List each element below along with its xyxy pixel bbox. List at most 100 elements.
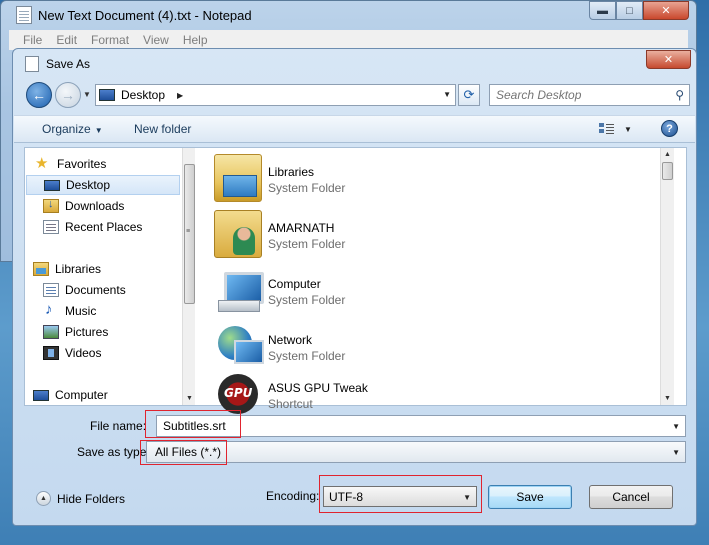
save-as-type-label: Save as type: xyxy=(77,445,150,459)
maximize-button[interactable]: □ xyxy=(616,1,643,20)
network-icon xyxy=(214,322,264,370)
list-item[interactable]: Libraries System Folder xyxy=(214,152,514,204)
search-icon[interactable]: ⚲ xyxy=(675,88,684,102)
star-icon xyxy=(35,154,51,172)
libraries-icon xyxy=(33,262,49,276)
user-folder-icon xyxy=(214,210,262,258)
nav-recent-places[interactable]: Recent Places xyxy=(43,217,182,237)
nav-label: Desktop xyxy=(66,178,111,192)
save-as-type-dropdown-icon[interactable]: ▼ xyxy=(672,448,680,457)
menu-help[interactable]: Help xyxy=(176,33,215,47)
downloads-icon xyxy=(43,198,59,213)
view-options-dropdown-icon[interactable]: ▼ xyxy=(624,125,632,134)
scrollbar-grip-icon: ≡ xyxy=(186,228,191,235)
address-dropdown-icon[interactable]: ▼ xyxy=(443,90,451,99)
nav-computer[interactable]: Computer xyxy=(33,385,182,405)
nav-label: Documents xyxy=(65,283,126,297)
forward-button[interactable]: → xyxy=(55,82,81,108)
dialog-icon xyxy=(25,56,39,72)
nav-label: Recent Places xyxy=(65,220,143,234)
item-type: System Folder xyxy=(268,293,346,307)
desktop-icon xyxy=(99,89,115,101)
desktop-icon xyxy=(44,179,60,191)
search-box[interactable]: ⚲ xyxy=(489,84,690,106)
refresh-icon: ⟳ xyxy=(463,87,475,102)
cancel-button[interactable]: Cancel xyxy=(589,485,673,509)
search-input[interactable] xyxy=(496,88,666,102)
nav-label: Pictures xyxy=(65,325,109,339)
scroll-down-arrow-icon[interactable]: ▼ xyxy=(186,395,193,402)
nav-desktop[interactable]: Desktop xyxy=(26,175,180,195)
nav-libraries[interactable]: Libraries xyxy=(33,259,182,279)
navigation-scrollbar[interactable]: ≡ ▼ xyxy=(182,148,195,405)
menu-edit[interactable]: Edit xyxy=(49,33,84,47)
menu-format[interactable]: Format xyxy=(84,33,136,47)
scroll-down-arrow-icon[interactable]: ▼ xyxy=(664,395,671,402)
nav-label: Favorites xyxy=(57,157,107,171)
file-name-dropdown-icon[interactable]: ▼ xyxy=(672,422,680,431)
save-button[interactable]: Save xyxy=(488,485,572,509)
menu-view[interactable]: View xyxy=(136,33,176,47)
libraries-folder-icon xyxy=(214,154,262,202)
new-folder-button[interactable]: New folder xyxy=(134,122,191,136)
dialog-close-button[interactable]: ✕ xyxy=(646,50,691,69)
save-as-dialog: Save As ✕ ← → ▼ Desktop ▶ ▼ ⟳ ⚲ Organize… xyxy=(12,48,697,526)
nav-label: Libraries xyxy=(55,262,102,276)
recent-pages-dropdown[interactable]: ▼ xyxy=(83,90,91,99)
item-name: ASUS GPU Tweak xyxy=(268,381,368,395)
menu-file[interactable]: File xyxy=(15,33,49,47)
chevron-down-icon: ▼ xyxy=(94,126,103,135)
nav-downloads[interactable]: Downloads xyxy=(43,196,182,216)
file-list: Libraries System Folder AMARNATH System … xyxy=(196,148,674,414)
nav-pictures[interactable]: Pictures xyxy=(43,322,182,342)
nav-label: Computer xyxy=(55,388,108,402)
computer-icon xyxy=(214,266,264,314)
list-item[interactable]: Network System Folder xyxy=(214,320,514,372)
item-type: System Folder xyxy=(268,349,346,363)
organize-label: Organize xyxy=(42,122,91,136)
navigation-bar: ← → ▼ Desktop ▶ ▼ ⟳ ⚲ xyxy=(13,80,696,112)
file-list-scrollbar[interactable]: ▲ ▼ xyxy=(660,148,674,405)
list-item[interactable]: Computer System Folder xyxy=(214,264,514,316)
notepad-icon xyxy=(16,6,32,24)
command-toolbar: Organize ▼ New folder ▼ ? xyxy=(14,115,695,143)
nav-videos[interactable]: Videos xyxy=(43,343,182,363)
highlight-box-file-name xyxy=(145,410,241,438)
back-arrow-icon: ← xyxy=(32,87,46,103)
browser-panes: Favorites Desktop Downloads Recent Place… xyxy=(24,147,687,414)
notepad-menubar: File Edit Format View Help xyxy=(9,30,688,50)
computer-icon xyxy=(33,389,49,401)
nav-documents[interactable]: Documents xyxy=(43,280,182,300)
breadcrumb-arrow-icon[interactable]: ▶ xyxy=(177,91,183,100)
encoding-label: Encoding: xyxy=(266,489,320,503)
change-view-icon[interactable] xyxy=(598,121,616,137)
refresh-button[interactable]: ⟳ xyxy=(458,84,480,106)
close-button[interactable]: ✕ xyxy=(643,1,689,20)
scroll-up-arrow-icon[interactable]: ▲ xyxy=(664,151,671,158)
organize-button[interactable]: Organize ▼ xyxy=(42,122,103,136)
item-name: Computer xyxy=(268,277,321,291)
recent-places-icon xyxy=(43,220,59,234)
help-icon[interactable]: ? xyxy=(661,120,678,137)
address-bar[interactable]: Desktop ▶ ▼ xyxy=(95,84,456,106)
nav-music[interactable]: Music xyxy=(43,301,182,321)
list-item[interactable]: ASUS GPU Tweak Shortcut xyxy=(214,368,514,420)
scrollbar-thumb[interactable] xyxy=(662,162,673,180)
chevron-up-icon: ▲ xyxy=(36,491,51,506)
dialog-title: Save As xyxy=(46,57,91,71)
documents-icon xyxy=(43,283,59,297)
back-button[interactable]: ← xyxy=(26,82,52,108)
list-item[interactable]: AMARNATH System Folder xyxy=(214,208,514,260)
nav-favorites[interactable]: Favorites xyxy=(35,154,182,174)
save-as-type-select[interactable]: All Files (*.*) ▼ xyxy=(146,441,686,463)
minimize-button[interactable]: ▬ xyxy=(589,1,616,20)
music-icon xyxy=(43,301,59,318)
hide-folders-button[interactable]: ▲ Hide Folders xyxy=(36,491,125,506)
hide-folders-label: Hide Folders xyxy=(57,491,126,506)
breadcrumb-desktop[interactable]: Desktop xyxy=(121,88,165,102)
item-name: AMARNATH xyxy=(268,221,335,235)
file-name-label: File name: xyxy=(90,419,147,433)
pictures-icon xyxy=(43,325,59,339)
item-name: Libraries xyxy=(268,165,315,179)
nav-label: Downloads xyxy=(65,199,125,213)
